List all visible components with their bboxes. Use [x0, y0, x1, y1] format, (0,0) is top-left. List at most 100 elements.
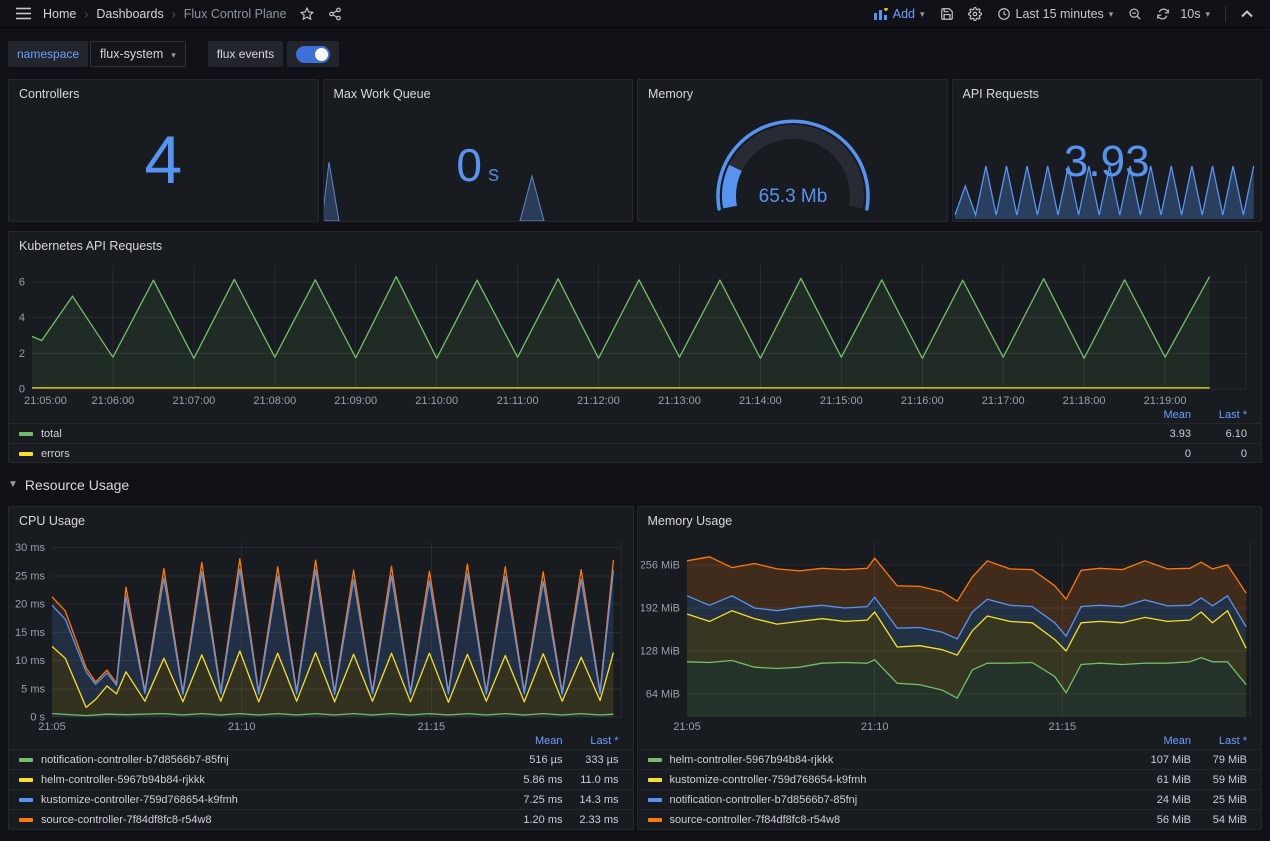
stat-unit: s	[488, 161, 499, 186]
flux-events-label: flux events	[208, 41, 283, 67]
legend-mean-header[interactable]: Mean	[1127, 409, 1191, 421]
legend-last-header[interactable]: Last *	[563, 735, 619, 747]
panel-title[interactable]: Memory	[638, 80, 947, 105]
breadcrumb-dashboards[interactable]: Dashboards	[91, 7, 168, 21]
svg-text:21:13:00: 21:13:00	[658, 395, 701, 407]
panel-kubernetes-api-requests: Kubernetes API Requests 024621:05:0021:0…	[8, 231, 1262, 463]
svg-text:256 MiB: 256 MiB	[641, 559, 680, 571]
time-range-picker[interactable]: Last 15 minutes ▾	[990, 2, 1121, 26]
svg-text:21:15: 21:15	[1048, 721, 1076, 733]
panel-title[interactable]: Memory Usage	[638, 507, 1262, 532]
legend-row: kustomize-controller-759d768654-k9fmh7.2…	[9, 789, 633, 809]
series-label[interactable]: total	[41, 428, 62, 440]
legend-row: notification-controller-b7d8566b7-85fnj 2…	[638, 789, 1262, 809]
hamburger-menu-icon[interactable]	[10, 2, 36, 26]
svg-text:20 ms: 20 ms	[15, 599, 45, 611]
chevron-down-icon: ▾	[171, 50, 176, 61]
memory-gauge: 65.3 Mb	[638, 104, 947, 221]
legend-mean-header[interactable]: Mean	[1127, 735, 1191, 747]
svg-text:64 MiB: 64 MiB	[645, 689, 679, 701]
panel-title[interactable]: Kubernetes API Requests	[9, 232, 1261, 257]
svg-text:21:05:00: 21:05:00	[24, 395, 67, 407]
api-requests-stat-value: 3.93	[953, 140, 1262, 184]
series-color-dash	[648, 758, 662, 762]
svg-text:21:05: 21:05	[673, 721, 701, 733]
controllers-stat-value: 4	[9, 126, 318, 194]
chevron-down-icon: ▼	[8, 479, 18, 490]
series-last-value: 59 MiB	[1191, 774, 1247, 786]
refresh-icon[interactable]	[1150, 2, 1176, 26]
panel-title[interactable]: CPU Usage	[9, 507, 633, 532]
series-mean-value: 5.86 ms	[499, 774, 563, 786]
save-dashboard-icon[interactable]	[934, 2, 960, 26]
refresh-interval-picker[interactable]: 10s ▾	[1178, 2, 1217, 26]
legend-row: source-controller-7f84df8fc8-r54w8 56 MiB…	[638, 809, 1262, 829]
series-color-dash	[648, 798, 662, 802]
panel-title[interactable]: API Requests	[953, 80, 1262, 105]
series-mean-value: 56 MiB	[1127, 814, 1191, 826]
panel-controllers: Controllers 4	[8, 79, 319, 222]
legend-row: notification-controller-b7d8566b7-85fnj 5…	[9, 749, 633, 769]
series-color-dash	[648, 818, 662, 822]
divider	[1225, 6, 1226, 22]
svg-text:21:06:00: 21:06:00	[91, 395, 134, 407]
legend-row: total3.936.10	[9, 423, 1261, 443]
series-last-value: 14.3 ms	[563, 794, 619, 806]
series-label[interactable]: kustomize-controller-759d768654-k9fmh	[41, 794, 238, 806]
svg-text:21:16:00: 21:16:00	[901, 395, 944, 407]
series-last-value: 2.33 ms	[563, 814, 619, 826]
series-label[interactable]: kustomize-controller-759d768654-k9fmh	[670, 774, 867, 786]
series-mean-value: 3.93	[1127, 428, 1191, 440]
favorite-star-icon[interactable]	[294, 2, 320, 26]
series-mean-value: 61 MiB	[1127, 774, 1191, 786]
series-mean-value: 24 MiB	[1127, 794, 1191, 806]
series-mean-value: 1.20 ms	[499, 814, 563, 826]
panel-memory-gauge: Memory 65.3 Mb	[637, 79, 948, 222]
series-label[interactable]: helm-controller-5967b94b84-rjkkk	[670, 754, 834, 766]
legend-mean-header[interactable]: Mean	[499, 735, 563, 747]
memory-usage-legend: MeanLast * helm-controller-5967b94b84-rjk…	[638, 733, 1262, 829]
share-icon[interactable]	[322, 2, 348, 26]
clock-icon	[997, 7, 1011, 21]
cpu-usage-chart: 0 s5 ms10 ms15 ms20 ms25 ms30 ms21:0521:…	[12, 532, 631, 733]
chevron-down-icon: ▾	[920, 9, 925, 20]
panel-api-requests: API Requests 3.93	[952, 79, 1263, 222]
section-resource-usage[interactable]: ▼ Resource Usage	[8, 473, 1262, 496]
series-mean-value: 107 MiB	[1127, 754, 1191, 766]
series-color-dash	[19, 432, 33, 436]
series-mean-value: 516 µs	[499, 754, 563, 766]
svg-text:15 ms: 15 ms	[15, 627, 45, 639]
svg-text:21:19:00: 21:19:00	[1144, 395, 1187, 407]
zoom-out-time-icon[interactable]	[1122, 2, 1148, 26]
series-label[interactable]: helm-controller-5967b94b84-rjkkk	[41, 774, 205, 786]
series-label[interactable]: source-controller-7f84df8fc8-r54w8	[41, 814, 212, 826]
series-label[interactable]: errors	[41, 448, 70, 460]
series-last-value: 25 MiB	[1191, 794, 1247, 806]
svg-text:21:10: 21:10	[228, 721, 256, 733]
svg-text:21:09:00: 21:09:00	[334, 395, 377, 407]
panel-title[interactable]: Controllers	[9, 80, 318, 105]
section-title: Resource Usage	[25, 477, 129, 493]
dashboard-settings-gear-icon[interactable]	[962, 2, 988, 26]
series-label[interactable]: notification-controller-b7d8566b7-85fnj	[41, 754, 229, 766]
collapse-navbar-chevron-up-icon[interactable]	[1234, 2, 1260, 26]
svg-text:21:12:00: 21:12:00	[577, 395, 620, 407]
legend-last-header[interactable]: Last *	[1191, 735, 1247, 747]
breadcrumb-separator: ›	[171, 7, 177, 21]
panel-title[interactable]: Max Work Queue	[324, 80, 633, 105]
series-last-value: 11.0 ms	[563, 774, 619, 786]
svg-text:6: 6	[19, 276, 25, 288]
series-label[interactable]: notification-controller-b7d8566b7-85fnj	[670, 794, 858, 806]
series-color-dash	[19, 818, 33, 822]
breadcrumb-home[interactable]: Home	[38, 7, 81, 21]
series-label[interactable]: source-controller-7f84df8fc8-r54w8	[670, 814, 841, 826]
flux-events-toggle[interactable]	[296, 46, 330, 63]
svg-text:10 ms: 10 ms	[15, 655, 45, 667]
legend-header: MeanLast *	[638, 733, 1262, 749]
legend-last-header[interactable]: Last *	[1191, 409, 1247, 421]
series-color-dash	[19, 778, 33, 782]
series-last-value: 54 MiB	[1191, 814, 1247, 826]
namespace-variable-select[interactable]: flux-system ▾	[90, 41, 186, 67]
add-panel-button[interactable]: Add ▾	[867, 2, 932, 26]
chevron-down-icon: ▾	[1205, 9, 1210, 20]
